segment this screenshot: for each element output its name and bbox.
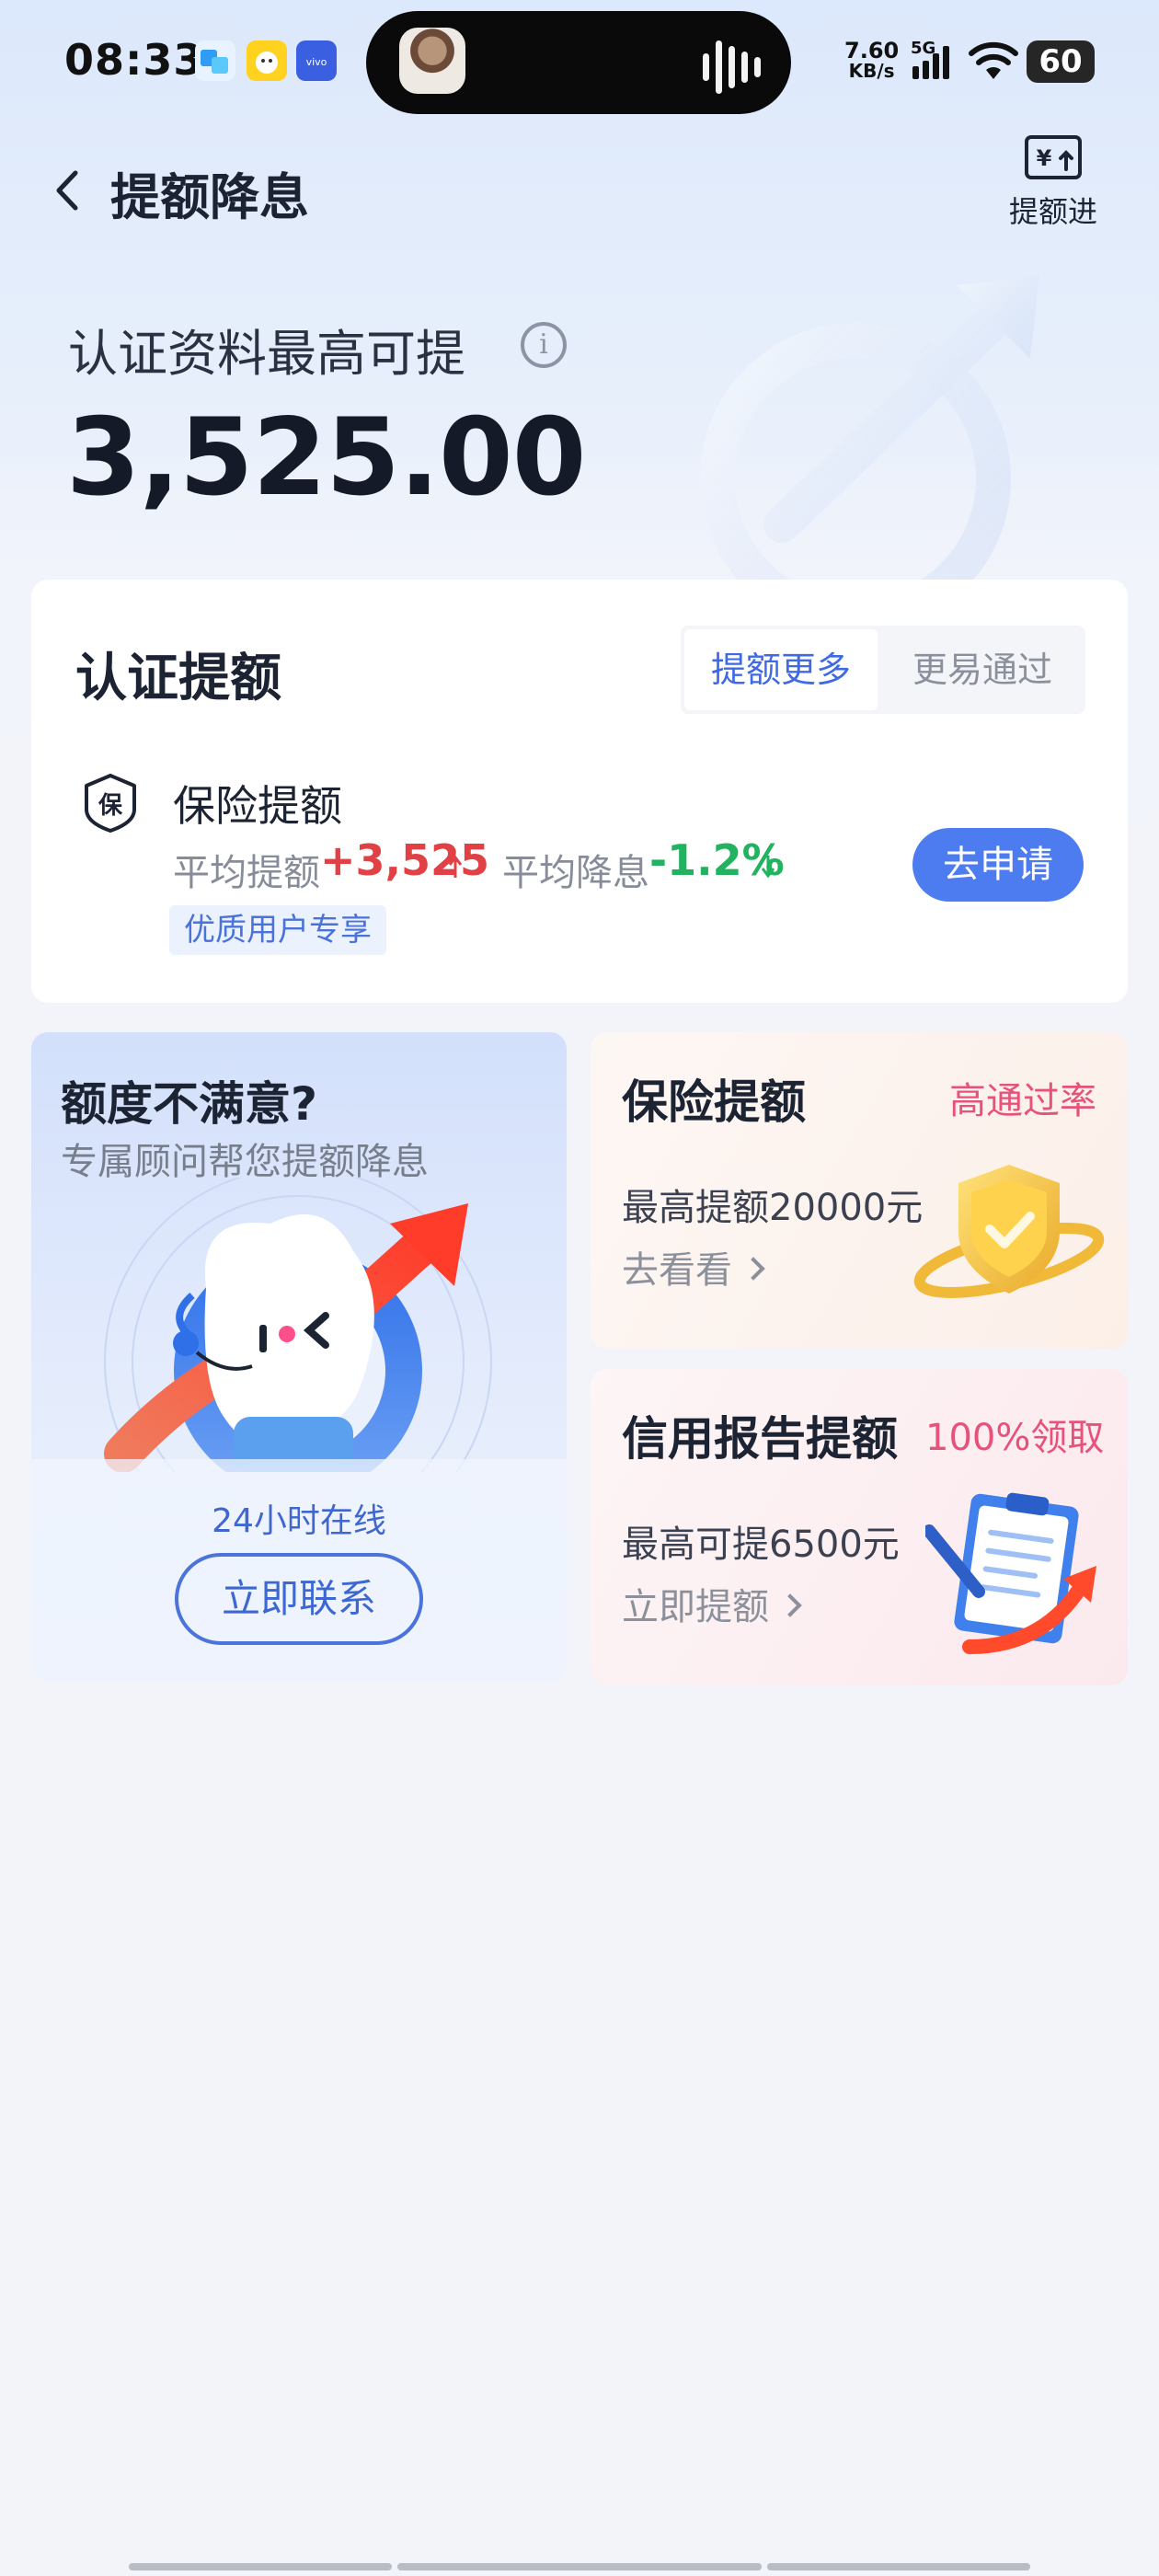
arrow-down-icon xyxy=(760,854,776,880)
watermark-graphic xyxy=(625,248,1141,634)
progress-label: 提额进度 xyxy=(1008,194,1097,229)
progress-button[interactable]: ¥ 提额进度 xyxy=(1003,134,1104,232)
signal-icon: 5G xyxy=(911,39,957,83)
max-amount: 3,525.00 xyxy=(66,396,586,520)
high-pass-badge: 高通过率 xyxy=(949,1080,1096,1122)
audio-wave-bar xyxy=(741,52,748,83)
speed-unit: KB/s xyxy=(848,60,895,82)
avg-raise-value: +3,525 xyxy=(320,835,490,885)
clipboard-report-icon xyxy=(923,1490,1100,1656)
cert-card-title: 认证提额 xyxy=(75,649,281,708)
battery-indicator: 60 xyxy=(1027,40,1095,83)
status-time: 08:33 xyxy=(64,35,204,85)
tab-more-raise[interactable]: 提额更多 xyxy=(684,629,878,710)
chevron-left-icon[interactable] xyxy=(48,166,88,215)
audio-wave-bar xyxy=(729,46,735,88)
hero-label: 认证资料最高可提 xyxy=(68,325,465,383)
tab-easy-pass[interactable]: 更易通过 xyxy=(883,629,1082,710)
online-status: 24小时在线 xyxy=(212,1502,386,1540)
go-see-label: 去看看 xyxy=(622,1249,732,1292)
svg-text:vivo: vivo xyxy=(306,56,327,68)
network-speed: 7.60 KB/s xyxy=(844,40,899,81)
avatar xyxy=(399,28,465,94)
audio-wave-bar xyxy=(754,57,761,77)
vivo-app-icon: vivo xyxy=(296,40,337,81)
full-claim-badge: 100%领取 xyxy=(925,1417,1105,1459)
chevron-right-icon xyxy=(741,1257,765,1281)
contact-button[interactable]: 立即联系 xyxy=(175,1553,423,1645)
raise-now-label: 立即提额 xyxy=(622,1586,769,1628)
nav-bar-segment[interactable] xyxy=(129,2563,392,2570)
nav-bar-segment[interactable] xyxy=(767,2563,1030,2570)
info-icon[interactable]: i xyxy=(521,322,567,368)
chevron-right-icon xyxy=(778,1593,802,1617)
go-see-link[interactable]: 去看看 xyxy=(622,1240,765,1294)
speed-value: 7.60 xyxy=(844,38,900,63)
svg-text:¥: ¥ xyxy=(1037,145,1052,171)
audio-wave-bar xyxy=(716,40,722,94)
insurance-card-title: 保险提额 xyxy=(622,1075,806,1129)
home-indicator[interactable] xyxy=(397,2563,762,2570)
insurance-card-line: 最高提额20000元 xyxy=(622,1187,924,1229)
report-card-title: 信用报告提额 xyxy=(622,1412,898,1466)
advisor-title: 额度不满意? xyxy=(61,1077,318,1131)
wifi-icon xyxy=(968,39,1019,83)
avg-raise-label: 平均提额 xyxy=(173,852,320,894)
apply-button[interactable]: 去申请 xyxy=(912,828,1084,902)
report-card-line: 最高可提6500元 xyxy=(622,1524,900,1566)
shield-icon: 保 xyxy=(83,773,138,834)
arrow-up-icon xyxy=(447,854,464,880)
shield-char: 保 xyxy=(98,792,123,820)
raise-now-link[interactable]: 立即提额 xyxy=(622,1577,802,1630)
blue-app-icon xyxy=(195,40,235,81)
gold-shield-icon xyxy=(912,1157,1106,1305)
advisor-mascot-illustration xyxy=(68,1167,528,1556)
yellow-app-icon xyxy=(247,40,287,81)
audio-wave-icon xyxy=(703,53,709,81)
yen-upload-icon: ¥ xyxy=(1024,134,1083,184)
insurance-raise-title: 保险提额 xyxy=(173,781,342,831)
avg-cut-label: 平均降息 xyxy=(502,852,649,894)
page-title: 提额降息 xyxy=(110,168,309,226)
premium-user-tag: 优质用户专享 xyxy=(169,905,386,955)
